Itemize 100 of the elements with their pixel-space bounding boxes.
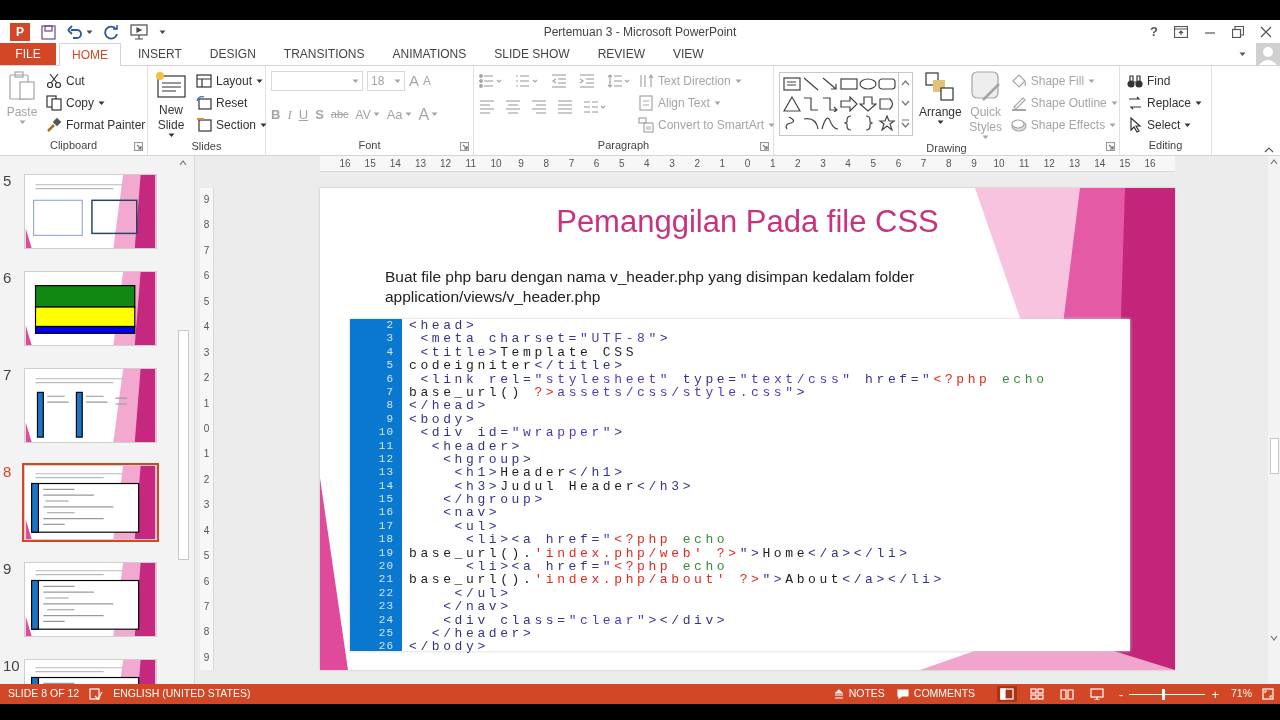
- ruler-number: 12: [439, 157, 453, 171]
- view-button[interactable]: [997, 686, 1018, 702]
- flowchart-shape-icon[interactable]: [878, 95, 896, 112]
- rounded-rectangle-icon[interactable]: [878, 76, 896, 92]
- slideshow-icon: [1090, 688, 1105, 700]
- ribbon-tab[interactable]: INSERT: [124, 43, 196, 65]
- zoom-slider-track[interactable]: [1129, 688, 1206, 700]
- line-number: 12: [377, 452, 395, 467]
- line-icon[interactable]: [802, 76, 820, 92]
- ruler-number: 6: [592, 157, 601, 171]
- ruler-number: 16: [338, 157, 352, 171]
- notes-button[interactable]: NOTES: [833, 686, 885, 702]
- ribbon-button[interactable]: Arrange: [918, 70, 963, 125]
- paint-bucket-icon: [1010, 73, 1027, 89]
- restore-icon[interactable]: [1232, 26, 1244, 38]
- ruler-number: 9: [970, 157, 978, 171]
- ribbon-button[interactable]: Reset: [194, 92, 270, 114]
- ruler-number: 13: [1067, 157, 1082, 171]
- elbow-arrow-icon[interactable]: [821, 95, 839, 112]
- ribbon-tab[interactable]: HOME: [59, 43, 121, 66]
- spell-check-icon[interactable]: [89, 688, 104, 700]
- code-line: </body>: [409, 640, 490, 654]
- code-line: <meta charset="UTF-8">: [419, 332, 673, 346]
- ribbon-tab[interactable]: ANIMATIONS: [378, 43, 481, 65]
- ribbon-tab[interactable]: DESIGN: [195, 43, 270, 65]
- triangle-icon[interactable]: [783, 95, 801, 112]
- ruler-number: 15: [363, 157, 377, 171]
- redo-icon[interactable]: [104, 24, 119, 40]
- comment-icon: [896, 689, 909, 699]
- ruler-number: 7: [202, 601, 211, 613]
- ribbon-display-options-icon[interactable]: [1174, 26, 1188, 38]
- undo-icon[interactable]: [67, 25, 83, 39]
- collapse-ribbon-icon[interactable]: [1264, 146, 1274, 153]
- zoom-out-button[interactable]: -: [1119, 687, 1124, 701]
- code-line: <h1>Header</h1>: [454, 466, 627, 480]
- down-arrow-icon[interactable]: [859, 95, 877, 112]
- save-icon[interactable]: [41, 24, 56, 40]
- star-icon[interactable]: [878, 115, 896, 132]
- ribbon-button[interactable]: Layout: [194, 70, 270, 92]
- ruler-number: 5: [617, 157, 626, 171]
- right-arrow-icon[interactable]: [840, 95, 858, 112]
- ribbon-button[interactable]: Replace: [1125, 92, 1205, 114]
- caret-icon[interactable]: [86, 29, 93, 35]
- oval-icon[interactable]: [859, 76, 877, 92]
- file-tab[interactable]: FILE: [0, 43, 56, 65]
- arrow-line-icon[interactable]: [821, 76, 839, 92]
- ruler-number: 1: [768, 157, 777, 171]
- ribbon-button[interactable]: Select: [1125, 114, 1205, 136]
- group-label: Font: [357, 138, 382, 153]
- caret-icon[interactable]: [159, 29, 166, 35]
- zoom-in-button[interactable]: +: [1211, 687, 1219, 701]
- ribbon-button[interactable]: Section: [194, 114, 270, 136]
- ruler-number: 12: [1042, 157, 1056, 171]
- replace-icon: [1127, 95, 1143, 111]
- slideshow-icon[interactable]: [130, 24, 148, 40]
- line-number: 4: [385, 345, 395, 360]
- line-number: 5: [385, 359, 395, 373]
- line-number: 20: [377, 560, 395, 574]
- dialog-launcher-icon[interactable]: [134, 142, 143, 151]
- ribbon-tab[interactable]: TRANSITIONS: [269, 43, 379, 65]
- new-slide-icon: [154, 70, 188, 100]
- comments-button[interactable]: COMMENTS: [896, 686, 976, 702]
- slide-title: Pemanggilan Pada file CSS: [555, 203, 940, 241]
- zoom-percentage[interactable]: 71%: [1231, 686, 1252, 702]
- ribbon-button[interactable]: Copy: [44, 92, 148, 114]
- ribbon-tab[interactable]: SLIDE SHOW: [480, 43, 584, 65]
- slide-count-text: SLIDE 8 OF 12: [8, 686, 80, 702]
- code-line: </head>: [409, 399, 489, 413]
- scrollbar-thumb[interactable]: [177, 330, 189, 560]
- slide-number: 5: [2, 172, 13, 190]
- normal-view-icon: [1000, 688, 1015, 700]
- ruler-number: 13: [413, 157, 428, 171]
- ribbon-tab[interactable]: VIEW: [658, 43, 718, 65]
- slide-number: 6: [2, 269, 13, 287]
- code-line: <body>: [409, 412, 479, 427]
- ribbon-button[interactable]: Find: [1125, 70, 1205, 92]
- ruler-number: 4: [202, 321, 211, 334]
- ribbon-button[interactable]: Cut: [44, 70, 148, 92]
- ribbon-button[interactable]: New Slide: [153, 70, 189, 138]
- code-line: </ul>: [454, 586, 512, 601]
- slide-thumbnail[interactable]: [22, 463, 159, 542]
- code-line: <title>Template CSS: [419, 345, 639, 360]
- caret-icon[interactable]: [1239, 51, 1246, 57]
- close-icon[interactable]: [1260, 26, 1272, 38]
- shape-gallery[interactable]: [779, 72, 913, 136]
- scrollbar-thumb[interactable]: [1269, 438, 1279, 474]
- fit-to-window-icon[interactable]: [1262, 688, 1274, 700]
- code-line: codeigniter</title>: [409, 359, 627, 373]
- arc-icon[interactable]: [802, 115, 820, 132]
- slide-number: 10: [2, 657, 21, 675]
- reading-view-icon: [1060, 688, 1075, 700]
- ribbon-button[interactable]: Format Painter: [44, 114, 148, 136]
- smartart-icon: [638, 117, 654, 133]
- ribbon-tab[interactable]: REVIEW: [583, 43, 659, 65]
- dialog-launcher-icon[interactable]: [1106, 142, 1115, 151]
- zoom-slider-thumb[interactable]: [1161, 688, 1165, 700]
- ruler-number: 5: [202, 550, 211, 563]
- help-button[interactable]: ?: [1150, 22, 1158, 42]
- pencil-icon: [1010, 95, 1027, 111]
- curve-icon[interactable]: [821, 115, 839, 132]
